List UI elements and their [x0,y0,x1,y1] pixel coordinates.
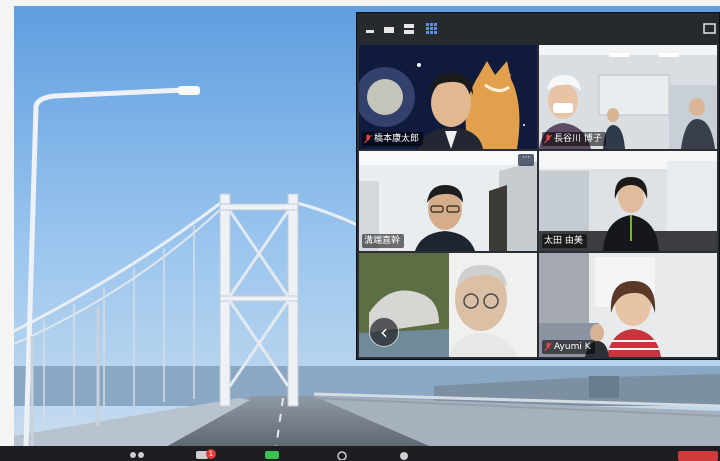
chat-count-badge: 1 [206,449,216,459]
participant-name: 太田 由美 [544,236,583,246]
minimize-icon[interactable] [365,22,375,36]
meeting-controls-bar: 1 [0,446,720,461]
video-tile[interactable]: ‹ [359,253,537,357]
participant-name-tag: 溝端直幹 [362,234,405,248]
participant-name-tag: 長谷川 博子 [542,132,606,146]
gallery-view-icon[interactable] [425,22,439,36]
end-meeting-button[interactable] [678,451,718,461]
reactions-icon[interactable] [398,450,410,460]
fullscreen-icon[interactable] [703,22,717,36]
participant-name: 長谷川 博子 [554,134,602,144]
record-icon[interactable] [336,450,348,460]
participant-name: Ayumi K [554,342,591,352]
more-options-icon[interactable]: ··· [518,154,534,166]
tile-view-icon[interactable] [383,22,395,36]
participants-icon[interactable] [128,450,148,460]
video-tile[interactable]: Ayumi K [539,253,717,357]
video-tile[interactable]: 橋本康太郎 [359,45,537,149]
zoom-toolbar [357,13,719,45]
mic-muted-icon [364,134,372,144]
mic-muted-icon [544,134,552,144]
video-tile[interactable]: ··· 溝端直幹 [359,151,537,251]
zoom-meeting-window: 橋本康太郎 長谷川 博子 ··· 溝端直幹 太田 由美 ‹ Ayumi K [356,12,720,360]
share-screen-icon[interactable] [264,450,280,460]
participant-name: 溝端直幹 [364,236,401,246]
prev-page-icon[interactable]: ‹ [369,317,399,347]
participant-name: 橋本康太郎 [374,134,420,144]
participant-name-tag: 太田 由美 [542,234,587,248]
video-tile[interactable]: 長谷川 博子 [539,45,717,149]
gallery-grid: 橋本康太郎 長谷川 博子 ··· 溝端直幹 太田 由美 ‹ Ayumi K [359,45,717,357]
participant-name-tag: 橋本康太郎 [362,132,424,146]
participant-name-tag: Ayumi K [542,340,595,354]
video-tile[interactable]: 太田 由美 [539,151,717,251]
mic-muted-icon [544,342,552,352]
shared-screen-background: 橋本康太郎 長谷川 博子 ··· 溝端直幹 太田 由美 ‹ Ayumi K [14,6,720,448]
speaker-view-icon[interactable] [403,22,415,36]
